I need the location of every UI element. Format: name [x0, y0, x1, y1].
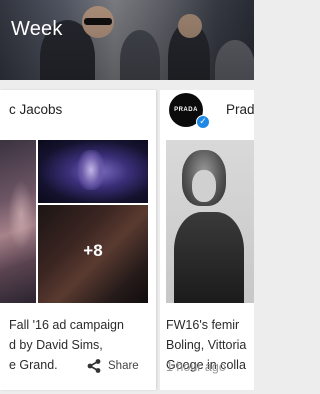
post-timestamp: 1 hour ago [166, 360, 226, 374]
post-image[interactable] [166, 140, 254, 303]
post-text-line: FW16's femir [166, 318, 240, 332]
post-image[interactable] [38, 140, 148, 203]
post-text-line: Boling, Vittoria [166, 338, 247, 352]
post-text-line: d by David Sims, [9, 338, 103, 352]
author-name[interactable]: Prad [226, 102, 254, 117]
avatar-logo-text: PRADA [174, 107, 198, 113]
verified-badge-icon: ✓ [196, 115, 210, 129]
post-card[interactable]: PRADA ✓ Prad FW16's femir Boling, Vittor… [160, 90, 254, 390]
photo-subject-face [192, 170, 216, 202]
post-image[interactable] [0, 140, 36, 303]
share-icon [87, 359, 101, 373]
photo-subject-body [174, 212, 244, 303]
share-label: Share [108, 360, 139, 372]
hero-title: Week [11, 18, 63, 40]
post-image-more[interactable]: +8 [38, 205, 148, 303]
author-name[interactable]: c Jacobs [9, 102, 62, 117]
post-text-line: Fall '16 ad campaign [9, 318, 124, 332]
post-card[interactable]: c Jacobs +8 Fall '16 ad campaign d by Da… [0, 90, 156, 390]
hero-banner[interactable]: Week [0, 0, 254, 80]
share-button[interactable]: Share [86, 357, 139, 375]
more-images-count: +8 [83, 241, 103, 260]
